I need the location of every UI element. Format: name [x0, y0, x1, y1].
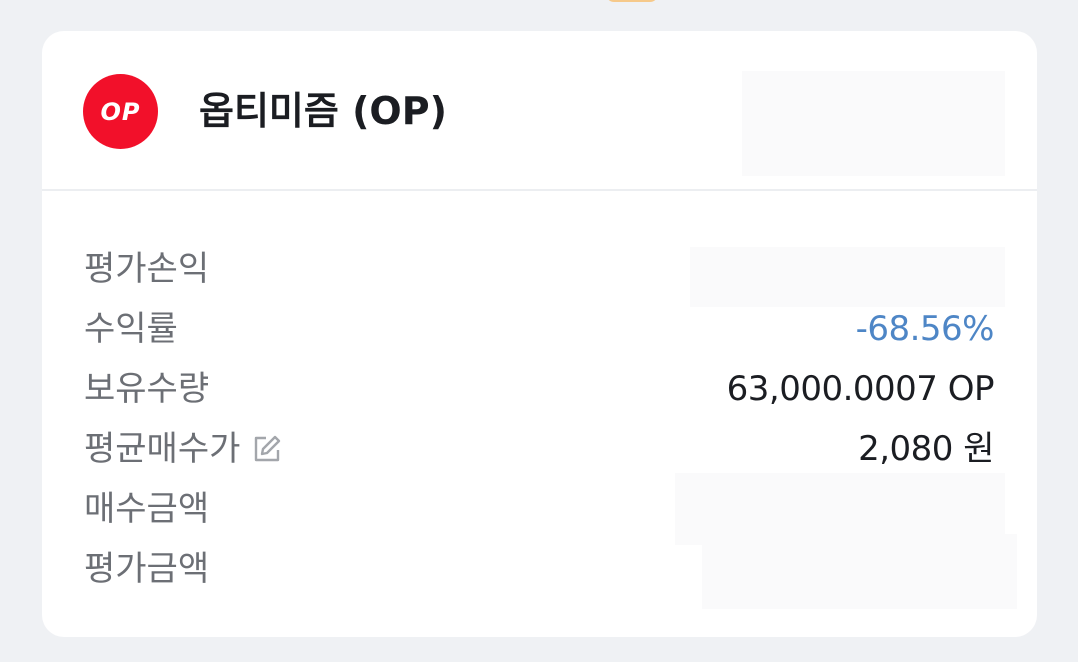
- redacted-value: [690, 247, 1005, 307]
- redacted-area: [742, 71, 1005, 176]
- background-tab-peek: [606, 0, 658, 2]
- card-header[interactable]: OP 옵티미즘 (OP): [42, 31, 1037, 191]
- row-label: 보유수량: [84, 369, 210, 409]
- row-label: 평가금액: [84, 549, 210, 589]
- row-label: 수익률: [84, 309, 178, 349]
- average-buy-price-label: 평균매수가: [84, 429, 241, 469]
- holding-card: OP 옵티미즘 (OP) 평가손익 수익률 -68.56% 보유수량 63,00…: [42, 31, 1037, 637]
- row-holding-quantity: 보유수량 63,000.0007 OP: [42, 359, 1037, 419]
- return-rate-value: -68.56%: [855, 309, 995, 349]
- row-label: 평균매수가: [84, 427, 284, 471]
- row-label: 매수금액: [84, 489, 210, 529]
- row-evaluation-amount: 평가금액: [42, 534, 1037, 609]
- average-buy-price-value: 2,080 원: [858, 429, 994, 469]
- row-buy-amount: 매수금액: [42, 473, 1037, 545]
- edit-icon[interactable]: [250, 432, 284, 466]
- row-average-buy-price: 평균매수가 2,080 원: [42, 419, 1037, 479]
- row-label: 평가손익: [84, 249, 210, 289]
- coin-title: 옵티미즘 (OP): [199, 89, 447, 133]
- redacted-value: [702, 534, 1017, 609]
- row-evaluation-pnl: 평가손익: [42, 239, 1037, 307]
- holding-details: 평가손익 수익률 -68.56% 보유수량 63,000.0007 OP 평균매…: [42, 239, 1037, 609]
- holding-quantity-value: 63,000.0007 OP: [726, 369, 995, 409]
- row-return-rate: 수익률 -68.56%: [42, 299, 1037, 359]
- op-coin-logo: OP: [83, 74, 158, 149]
